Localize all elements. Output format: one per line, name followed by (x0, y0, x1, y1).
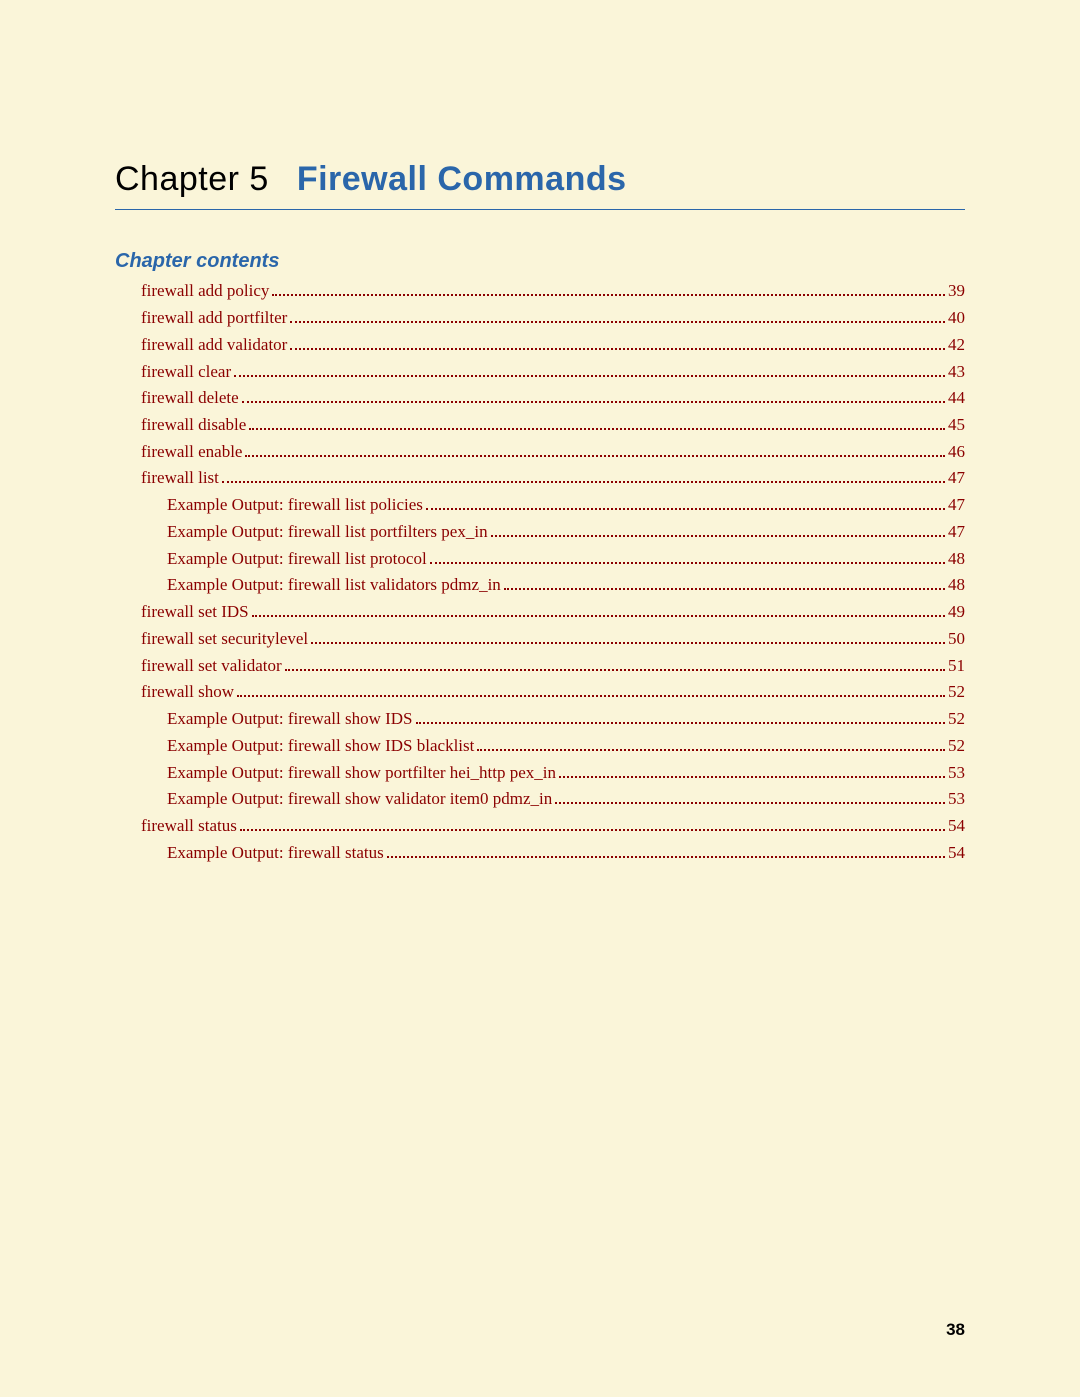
toc-entry-label: firewall status (141, 815, 237, 838)
toc-entry[interactable]: Example Output: firewall show portfilter… (115, 760, 965, 784)
toc-entry[interactable]: Example Output: firewall list portfilter… (115, 520, 965, 544)
toc-entry-page: 40 (948, 307, 965, 330)
toc-entry-label: Example Output: firewall list protocol (167, 548, 427, 571)
toc-entry-page: 52 (948, 735, 965, 758)
toc-entry-label: Example Output: firewall status (167, 842, 384, 865)
toc-entry-label: Example Output: firewall list validators… (167, 574, 501, 597)
chapter-title: Firewall Commands (297, 160, 627, 199)
toc-entry[interactable]: firewall add validator 42 (115, 332, 965, 356)
toc-leader-dots (242, 386, 945, 403)
toc-entry-page: 47 (948, 467, 965, 490)
toc-leader-dots (491, 520, 945, 537)
toc-leader-dots (240, 814, 945, 831)
toc-entry-page: 45 (948, 414, 965, 437)
toc-entry[interactable]: firewall delete 44 (115, 386, 965, 410)
toc-entry-label: firewall clear (141, 361, 231, 384)
toc-entry[interactable]: firewall set IDS 49 (115, 600, 965, 624)
toc-leader-dots (285, 653, 945, 670)
toc-entry-label: firewall disable (141, 414, 246, 437)
toc-entry-page: 50 (948, 628, 965, 651)
toc-entry[interactable]: firewall disable 45 (115, 413, 965, 437)
toc-leader-dots (272, 279, 945, 296)
toc-entry-page: 48 (948, 548, 965, 571)
toc-entry-label: Example Output: firewall list policies (167, 494, 423, 517)
page-number: 38 (946, 1320, 965, 1340)
toc-entry-page: 54 (948, 842, 965, 865)
toc-entry[interactable]: firewall set securitylevel 50 (115, 627, 965, 651)
toc-entry-page: 53 (948, 788, 965, 811)
chapter-label: Chapter 5 (115, 160, 269, 199)
toc-entry[interactable]: firewall set validator 51 (115, 653, 965, 677)
toc-entry-page: 46 (948, 441, 965, 464)
toc-leader-dots (430, 546, 945, 563)
toc-leader-dots (245, 439, 945, 456)
toc-entry-label: firewall list (141, 467, 219, 490)
toc-leader-dots (311, 627, 945, 644)
toc-leader-dots (559, 760, 945, 777)
toc-entry-page: 43 (948, 361, 965, 384)
toc-leader-dots (234, 359, 945, 376)
toc-entry-page: 44 (948, 387, 965, 410)
page-container: Chapter 5 Firewall Commands Chapter cont… (0, 0, 1080, 865)
toc-leader-dots (555, 787, 945, 804)
toc-entry-label: firewall delete (141, 387, 239, 410)
toc-leader-dots (252, 600, 945, 617)
toc-entry-label: Example Output: firewall show IDS (167, 708, 413, 731)
toc-entry[interactable]: firewall add policy 39 (115, 279, 965, 303)
toc-leader-dots (290, 306, 945, 323)
toc-entry-page: 42 (948, 334, 965, 357)
toc-entry[interactable]: Example Output: firewall status 54 (115, 840, 965, 864)
toc-leader-dots (504, 573, 945, 590)
toc-entry-page: 53 (948, 762, 965, 785)
toc-entry-label: Example Output: firewall show validator … (167, 788, 552, 811)
toc-entry-label: Example Output: firewall list portfilter… (167, 521, 488, 544)
toc-entry-label: firewall add validator (141, 334, 287, 357)
toc-entry-page: 54 (948, 815, 965, 838)
toc-entry-page: 52 (948, 681, 965, 704)
toc-leader-dots (290, 332, 945, 349)
toc-entry[interactable]: firewall enable 46 (115, 439, 965, 463)
toc-entry-page: 39 (948, 280, 965, 303)
toc-entry[interactable]: firewall show 52 (115, 680, 965, 704)
toc-entry-label: Example Output: firewall show portfilter… (167, 762, 556, 785)
toc-leader-dots (222, 466, 945, 483)
table-of-contents: firewall add policy 39 firewall add portfi… (115, 279, 965, 865)
toc-entry-page: 48 (948, 574, 965, 597)
toc-entry-page: 47 (948, 494, 965, 517)
toc-leader-dots (416, 707, 945, 724)
toc-entry-label: Example Output: firewall show IDS blackl… (167, 735, 474, 758)
toc-entry-label: firewall add portfilter (141, 307, 287, 330)
toc-entry-label: firewall set IDS (141, 601, 249, 624)
toc-entry[interactable]: Example Output: firewall show IDS blackl… (115, 733, 965, 757)
toc-entry[interactable]: firewall add portfilter 40 (115, 306, 965, 330)
toc-entry[interactable]: firewall status 54 (115, 814, 965, 838)
toc-entry-page: 51 (948, 655, 965, 678)
toc-entry-page: 52 (948, 708, 965, 731)
chapter-heading: Chapter 5 Firewall Commands (115, 160, 965, 210)
toc-leader-dots (249, 413, 945, 430)
toc-entry[interactable]: Example Output: firewall list validators… (115, 573, 965, 597)
toc-entry[interactable]: Example Output: firewall show IDS 52 (115, 707, 965, 731)
toc-entry-label: firewall add policy (141, 280, 269, 303)
toc-entry-label: firewall enable (141, 441, 242, 464)
toc-entry-page: 49 (948, 601, 965, 624)
toc-entry[interactable]: firewall clear 43 (115, 359, 965, 383)
toc-entry[interactable]: Example Output: firewall list protocol 48 (115, 546, 965, 570)
toc-entry[interactable]: firewall list 47 (115, 466, 965, 490)
toc-entry-label: firewall set securitylevel (141, 628, 308, 651)
toc-leader-dots (387, 840, 945, 857)
toc-leader-dots (477, 733, 945, 750)
toc-entry[interactable]: Example Output: firewall list policies 47 (115, 493, 965, 517)
toc-leader-dots (237, 680, 945, 697)
toc-entry-label: firewall show (141, 681, 234, 704)
section-heading: Chapter contents (115, 250, 965, 273)
toc-leader-dots (426, 493, 945, 510)
toc-entry-label: firewall set validator (141, 655, 282, 678)
toc-entry[interactable]: Example Output: firewall show validator … (115, 787, 965, 811)
toc-entry-page: 47 (948, 521, 965, 544)
